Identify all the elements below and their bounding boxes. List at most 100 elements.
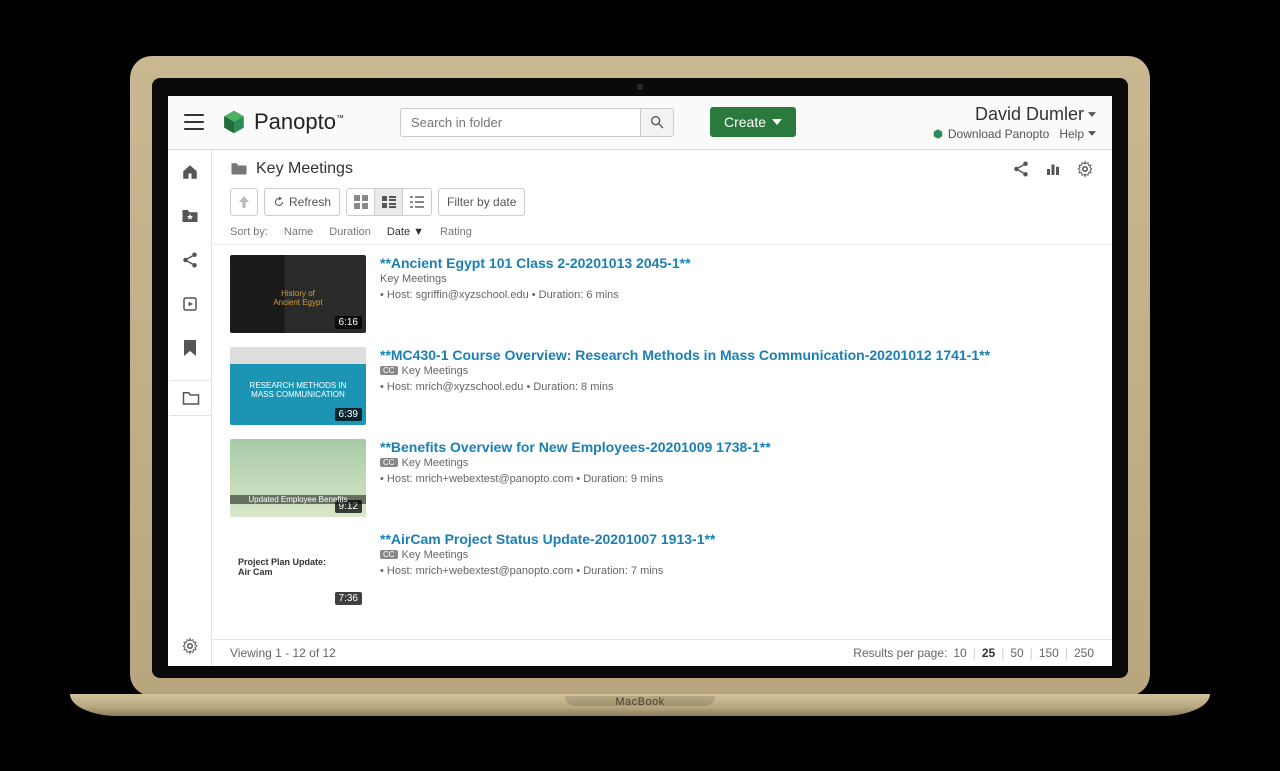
gear-icon bbox=[181, 637, 199, 655]
video-host-duration: • Host: mrich@xyzschool.edu • Duration: … bbox=[380, 381, 1094, 393]
user-menu[interactable]: David Dumler bbox=[932, 104, 1096, 125]
app-screen: Panopto™ Create David Dumler bbox=[168, 96, 1112, 666]
chevron-down-icon bbox=[1088, 112, 1096, 117]
menu-toggle-icon[interactable] bbox=[184, 114, 204, 130]
video-folder-label: Key Meetings bbox=[402, 365, 469, 377]
video-title[interactable]: **Benefits Overview for New Employees-20… bbox=[380, 439, 1094, 455]
arrow-up-icon bbox=[239, 195, 249, 209]
folder-icon bbox=[182, 390, 200, 406]
page-size-option[interactable]: 250 bbox=[1074, 646, 1094, 660]
video-title[interactable]: **AirCam Project Status Update-20201007 … bbox=[380, 531, 1094, 547]
sidebar-item-browse[interactable] bbox=[168, 380, 211, 416]
view-toggle-group bbox=[346, 188, 432, 216]
search-input[interactable] bbox=[400, 108, 640, 137]
video-thumbnail[interactable]: 9:12Updated Employee Benefits bbox=[230, 439, 366, 517]
detail-icon bbox=[410, 195, 424, 209]
video-row: 7:36Project Plan Update: Air Cam **AirCam… bbox=[230, 527, 1094, 619]
refresh-icon bbox=[273, 196, 285, 208]
laptop-base: MacBook bbox=[70, 694, 1210, 716]
header-sublinks: Download Panopto Help bbox=[932, 127, 1096, 141]
sidebar-item-shared[interactable] bbox=[178, 248, 202, 272]
video-host-duration: • Host: mrich+webextest@panopto.com • Du… bbox=[380, 565, 1094, 577]
view-grid-button[interactable] bbox=[347, 189, 375, 215]
thumbnail-duration: 7:36 bbox=[335, 592, 362, 605]
video-list[interactable]: 6:16History of Ancient Egypt **Ancient Eg… bbox=[212, 245, 1112, 639]
laptop-frame: Panopto™ Create David Dumler bbox=[130, 56, 1150, 716]
screen-border: Panopto™ Create David Dumler bbox=[152, 78, 1128, 678]
page-size-option[interactable]: 10 bbox=[953, 646, 966, 660]
gear-icon bbox=[1076, 160, 1094, 178]
video-meta: **Ancient Egypt 101 Class 2-20201013 204… bbox=[380, 255, 1094, 333]
thumbnail-caption: History of Ancient Egypt bbox=[230, 289, 366, 307]
sort-name[interactable]: Name bbox=[284, 226, 313, 238]
download-link[interactable]: Download Panopto bbox=[932, 127, 1049, 141]
pager-sep: | bbox=[1001, 646, 1004, 660]
pager-sep: | bbox=[1030, 646, 1033, 660]
filter-label: Filter by date bbox=[447, 195, 516, 209]
thumbnail-duration: 6:39 bbox=[335, 408, 362, 421]
brand-logo[interactable]: Panopto™ bbox=[220, 108, 344, 136]
app-header: Panopto™ Create David Dumler bbox=[168, 96, 1112, 150]
panopto-mini-icon bbox=[932, 128, 944, 140]
toolbar: Refresh bbox=[212, 182, 1112, 222]
page-size-option[interactable]: 50 bbox=[1010, 646, 1023, 660]
create-button[interactable]: Create bbox=[710, 107, 796, 137]
sort-row: Sort by: Name Duration Date ▼ Rating bbox=[212, 222, 1112, 245]
laptop-bezel: Panopto™ Create David Dumler bbox=[130, 56, 1150, 696]
video-folder[interactable]: CCKey Meetings bbox=[380, 457, 1094, 469]
video-meta: **MC430-1 Course Overview: Research Meth… bbox=[380, 347, 1094, 425]
folder-title[interactable]: Key Meetings bbox=[230, 160, 353, 178]
video-meta: **Benefits Overview for New Employees-20… bbox=[380, 439, 1094, 517]
video-row: 6:39 RESEARCH METHODS IN MASS COMMUNICATI… bbox=[230, 343, 1094, 435]
video-row: 9:12Updated Employee Benefits **Benefits … bbox=[230, 435, 1094, 527]
refresh-label: Refresh bbox=[289, 195, 331, 209]
results-per-page: Results per page: 10|25|50|150|250 bbox=[853, 646, 1094, 660]
page-size-option[interactable]: 150 bbox=[1039, 646, 1059, 660]
chevron-down-icon bbox=[1088, 131, 1096, 136]
sort-date[interactable]: Date ▼ bbox=[387, 226, 424, 238]
video-folder[interactable]: Key Meetings bbox=[380, 273, 1094, 285]
viewing-label: Viewing 1 - 12 of 12 bbox=[230, 646, 336, 660]
folder-settings-button[interactable] bbox=[1076, 160, 1094, 178]
header-user-area: David Dumler Download Panopto Help bbox=[932, 104, 1096, 141]
video-folder-label: Key Meetings bbox=[380, 273, 447, 285]
sidebar-item-everything[interactable] bbox=[178, 292, 202, 316]
sidebar-item-bookmarked[interactable] bbox=[178, 336, 202, 360]
view-detail-button[interactable] bbox=[403, 189, 431, 215]
folder-bar: Key Meetings bbox=[212, 150, 1112, 182]
help-link[interactable]: Help bbox=[1059, 127, 1096, 141]
search-icon bbox=[649, 114, 665, 130]
filter-date-button[interactable]: Filter by date bbox=[438, 188, 525, 216]
main-pane: Key Meetings bbox=[212, 150, 1112, 666]
video-title[interactable]: **Ancient Egypt 101 Class 2-20201013 204… bbox=[380, 255, 1094, 271]
chevron-down-icon bbox=[772, 119, 782, 125]
sidebar-item-home[interactable] bbox=[178, 160, 202, 184]
create-label: Create bbox=[724, 114, 766, 130]
video-thumbnail[interactable]: 6:39 RESEARCH METHODS IN MASS COMMUNICATI… bbox=[230, 347, 366, 425]
view-list-button[interactable] bbox=[375, 189, 403, 215]
thumbnail-caption: RESEARCH METHODS IN MASS COMMUNICATION bbox=[230, 381, 366, 399]
search-button[interactable] bbox=[640, 108, 674, 137]
folder-star-icon bbox=[181, 208, 199, 224]
video-thumbnail[interactable]: 6:16History of Ancient Egypt bbox=[230, 255, 366, 333]
video-thumbnail[interactable]: 7:36Project Plan Update: Air Cam bbox=[230, 531, 366, 609]
results-label: Results per page: bbox=[853, 646, 947, 660]
sidebar-item-myfolder[interactable] bbox=[178, 204, 202, 228]
sort-duration[interactable]: Duration bbox=[329, 226, 371, 238]
stats-button[interactable] bbox=[1044, 160, 1062, 178]
video-title[interactable]: **MC430-1 Course Overview: Research Meth… bbox=[380, 347, 1094, 363]
video-folder[interactable]: CCKey Meetings bbox=[380, 365, 1094, 377]
page-size-option[interactable]: 25 bbox=[982, 646, 995, 660]
share-icon bbox=[1012, 160, 1030, 178]
video-row: 6:16History of Ancient Egypt **Ancient Eg… bbox=[230, 251, 1094, 343]
home-icon bbox=[181, 163, 199, 181]
up-folder-button[interactable] bbox=[230, 188, 258, 216]
list-footer: Viewing 1 - 12 of 12 Results per page: 1… bbox=[212, 639, 1112, 666]
thumbnail-caption: Updated Employee Benefits bbox=[230, 495, 366, 504]
video-folder[interactable]: CCKey Meetings bbox=[380, 549, 1094, 561]
sidebar-item-settings[interactable] bbox=[178, 634, 202, 658]
folder-title-label: Key Meetings bbox=[256, 160, 353, 178]
share-folder-button[interactable] bbox=[1012, 160, 1030, 178]
sort-rating[interactable]: Rating bbox=[440, 226, 472, 238]
refresh-button[interactable]: Refresh bbox=[264, 188, 340, 216]
